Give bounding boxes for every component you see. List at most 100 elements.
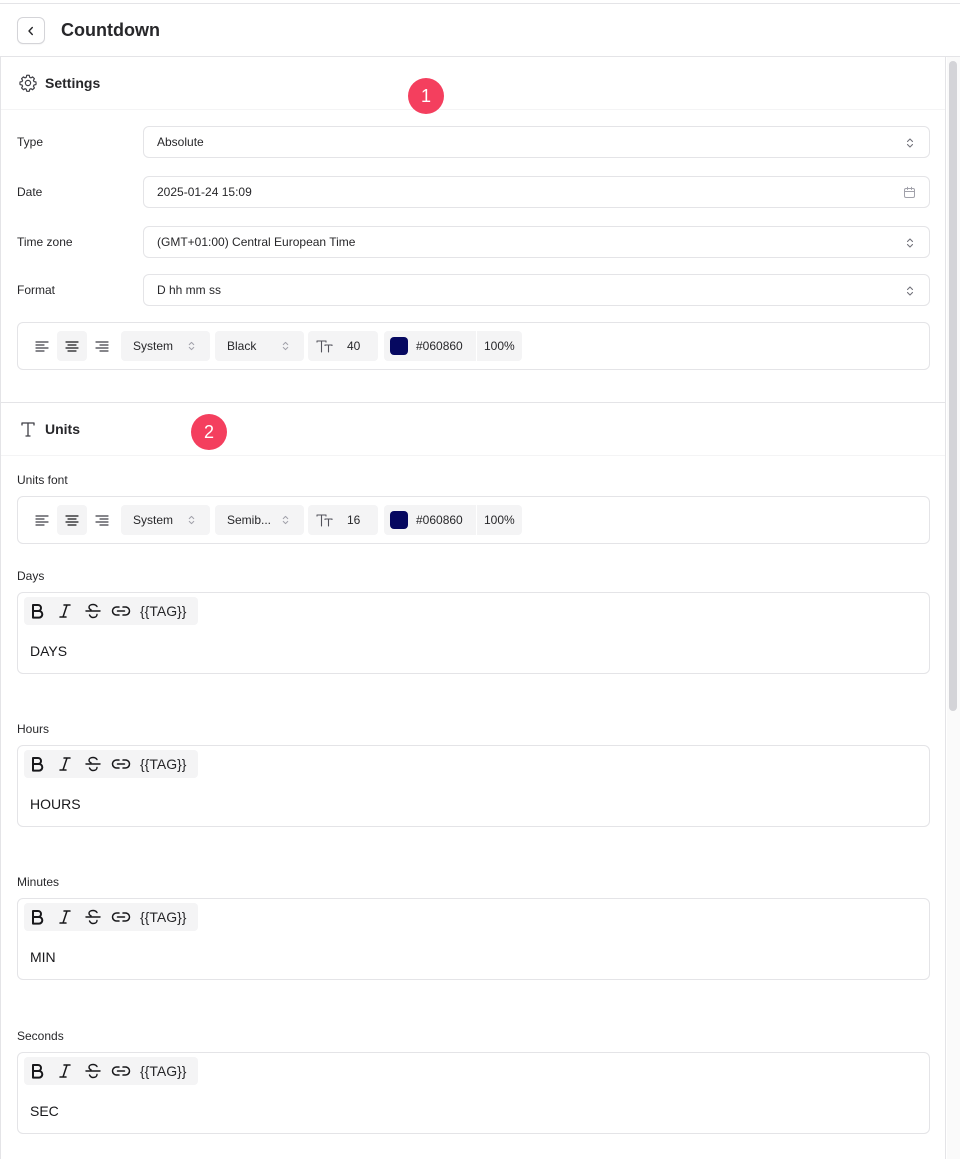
- format-value: D hh mm ss: [157, 283, 222, 297]
- font-family-select[interactable]: System: [121, 331, 210, 361]
- units-font-family-select[interactable]: System: [121, 505, 210, 535]
- chevron-left-icon: [28, 26, 33, 35]
- font-size-value: 16: [347, 513, 361, 527]
- bold-button[interactable]: [26, 907, 48, 927]
- settings-section-header[interactable]: Settings: [1, 57, 945, 110]
- bold-icon: [32, 604, 44, 619]
- bold-button[interactable]: [26, 601, 48, 621]
- align-center-button[interactable]: [57, 505, 87, 535]
- chevron-up-down-icon: [906, 138, 914, 148]
- format-label: Format: [17, 283, 56, 297]
- align-right-button[interactable]: [87, 505, 117, 535]
- insert-tag-button[interactable]: {{TAG}}: [140, 1063, 186, 1080]
- type-value: Absolute: [157, 135, 204, 149]
- align-right-button[interactable]: [87, 331, 117, 361]
- bold-button[interactable]: [26, 754, 48, 774]
- units-section-header[interactable]: Units: [1, 403, 945, 456]
- text-t-icon: [21, 422, 35, 437]
- type-label: Type: [17, 135, 44, 149]
- align-center-button[interactable]: [57, 331, 87, 361]
- font-color-picker[interactable]: #060860 100%: [384, 331, 522, 361]
- minutes-label: Minutes: [17, 875, 60, 889]
- link-icon: [111, 912, 131, 922]
- italic-button[interactable]: [54, 907, 76, 927]
- units-font-color-picker[interactable]: #060860 100%: [384, 505, 522, 535]
- bold-icon: [32, 910, 44, 925]
- link-button[interactable]: [110, 601, 132, 621]
- italic-button[interactable]: [54, 601, 76, 621]
- days-label: Days: [17, 569, 45, 583]
- scrollbar-thumb[interactable]: [949, 61, 957, 711]
- align-left-icon: [35, 515, 49, 526]
- hours-text[interactable]: HOURS: [30, 796, 81, 813]
- units-font-weight-select[interactable]: Semib...: [215, 505, 304, 535]
- strikethrough-button[interactable]: [82, 601, 104, 621]
- color-hex-value: #060860: [416, 339, 463, 353]
- font-family-value: System: [133, 513, 174, 527]
- page-header: Countdown: [0, 4, 960, 57]
- rich-text-toolbar: {{TAG}}: [24, 750, 198, 778]
- hours-editor[interactable]: {{TAG}} HOURS: [17, 745, 930, 827]
- page-title: Countdown: [61, 20, 160, 40]
- date-input[interactable]: 2025-01-24 15:09: [143, 176, 930, 208]
- insert-tag-button[interactable]: {{TAG}}: [140, 756, 186, 773]
- font-weight-select[interactable]: Black: [215, 331, 304, 361]
- bold-icon: [32, 757, 44, 772]
- color-swatch[interactable]: [390, 337, 408, 355]
- strikethrough-button[interactable]: [82, 907, 104, 927]
- rich-text-toolbar: {{TAG}}: [24, 903, 198, 931]
- link-button[interactable]: [110, 1061, 132, 1081]
- bold-icon: [32, 1064, 44, 1079]
- units-font-toolbar: System Semib... 16 #060860 100%: [17, 496, 930, 544]
- rich-text-toolbar: {{TAG}}: [24, 597, 198, 625]
- color-hex-value: #060860: [416, 513, 463, 527]
- color-opacity-value: 100%: [484, 339, 515, 353]
- minutes-editor[interactable]: {{TAG}} MIN: [17, 898, 930, 980]
- italic-icon: [59, 757, 71, 771]
- italic-button[interactable]: [54, 754, 76, 774]
- align-left-button[interactable]: [27, 505, 57, 535]
- step-badge-1: 1: [408, 78, 444, 114]
- insert-tag-button[interactable]: {{TAG}}: [140, 603, 186, 620]
- date-value: 2025-01-24 15:09: [157, 185, 252, 199]
- gear-icon: [19, 74, 37, 92]
- insert-tag-button[interactable]: {{TAG}}: [140, 909, 186, 926]
- font-size-icon: [316, 340, 333, 353]
- link-button[interactable]: [110, 754, 132, 774]
- format-select[interactable]: D hh mm ss: [143, 274, 930, 306]
- font-size-input[interactable]: 40: [308, 331, 378, 361]
- rich-text-toolbar: {{TAG}}: [24, 1057, 198, 1085]
- seconds-editor[interactable]: {{TAG}} SEC: [17, 1052, 930, 1134]
- seconds-text[interactable]: SEC: [30, 1103, 59, 1120]
- units-font-size-input[interactable]: 16: [308, 505, 378, 535]
- scrollbar[interactable]: [947, 57, 960, 1159]
- italic-icon: [59, 604, 71, 618]
- timezone-label: Time zone: [17, 235, 73, 249]
- days-editor[interactable]: {{TAG}} DAYS: [17, 592, 930, 674]
- chevron-up-down-icon: [906, 238, 914, 248]
- align-left-icon: [35, 341, 49, 352]
- color-divider: [476, 505, 477, 535]
- italic-button[interactable]: [54, 1061, 76, 1081]
- chevron-up-down-icon: [282, 341, 289, 351]
- align-center-icon: [65, 341, 79, 352]
- color-swatch[interactable]: [390, 511, 408, 529]
- font-weight-value: Black: [227, 339, 257, 353]
- calendar-icon[interactable]: [903, 186, 916, 199]
- days-text[interactable]: DAYS: [30, 643, 67, 660]
- units-section-title: Units: [45, 421, 80, 437]
- back-button[interactable]: [17, 17, 45, 44]
- strikethrough-icon: [85, 1063, 101, 1079]
- bold-button[interactable]: [26, 1061, 48, 1081]
- font-weight-value: Semib...: [227, 513, 272, 527]
- link-button[interactable]: [110, 907, 132, 927]
- strikethrough-button[interactable]: [82, 1061, 104, 1081]
- minutes-text[interactable]: MIN: [30, 949, 56, 966]
- align-right-icon: [95, 515, 109, 526]
- chevron-up-down-icon: [188, 515, 195, 525]
- strikethrough-button[interactable]: [82, 754, 104, 774]
- align-left-button[interactable]: [27, 331, 57, 361]
- type-select[interactable]: Absolute: [143, 126, 930, 158]
- strikethrough-icon: [85, 909, 101, 925]
- timezone-select[interactable]: (GMT+01:00) Central European Time: [143, 226, 930, 258]
